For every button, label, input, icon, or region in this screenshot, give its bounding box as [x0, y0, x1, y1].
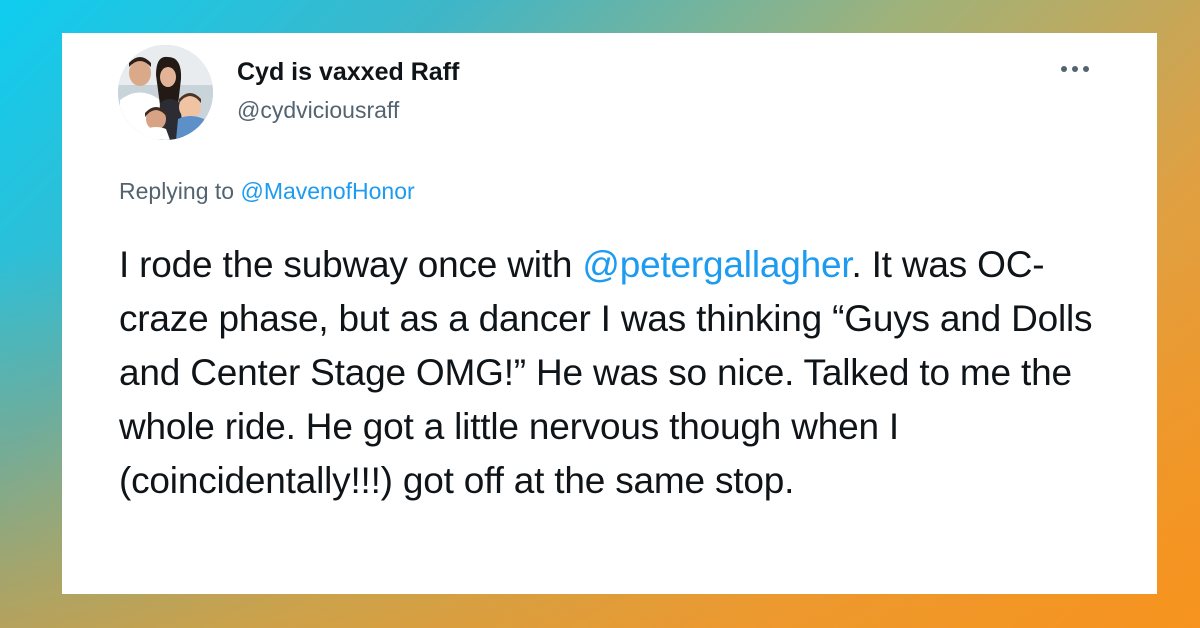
family-photo-avatar-icon — [118, 45, 213, 140]
replying-to-mention-link[interactable]: @MavenofHonor — [240, 178, 414, 204]
more-options-icon — [1061, 66, 1089, 72]
mention-link[interactable]: @petergallagher — [582, 244, 851, 285]
replying-prefix: Replying to — [119, 178, 241, 204]
author-avatar[interactable] — [118, 45, 213, 140]
tweet-text: I rode the subway once with @petergallag… — [119, 238, 1129, 508]
author-handle[interactable]: @cydviciousraff — [237, 97, 399, 124]
tweet-card: Cyd is vaxxed Raff @cydviciousraff Reply… — [62, 33, 1157, 594]
tweet-text-part1: I rode the subway once with — [119, 244, 583, 285]
author-display-name[interactable]: Cyd is vaxxed Raff — [237, 58, 459, 87]
more-options-button[interactable] — [1057, 59, 1093, 79]
replying-to-line: Replying to @MavenofHonor — [119, 178, 415, 205]
